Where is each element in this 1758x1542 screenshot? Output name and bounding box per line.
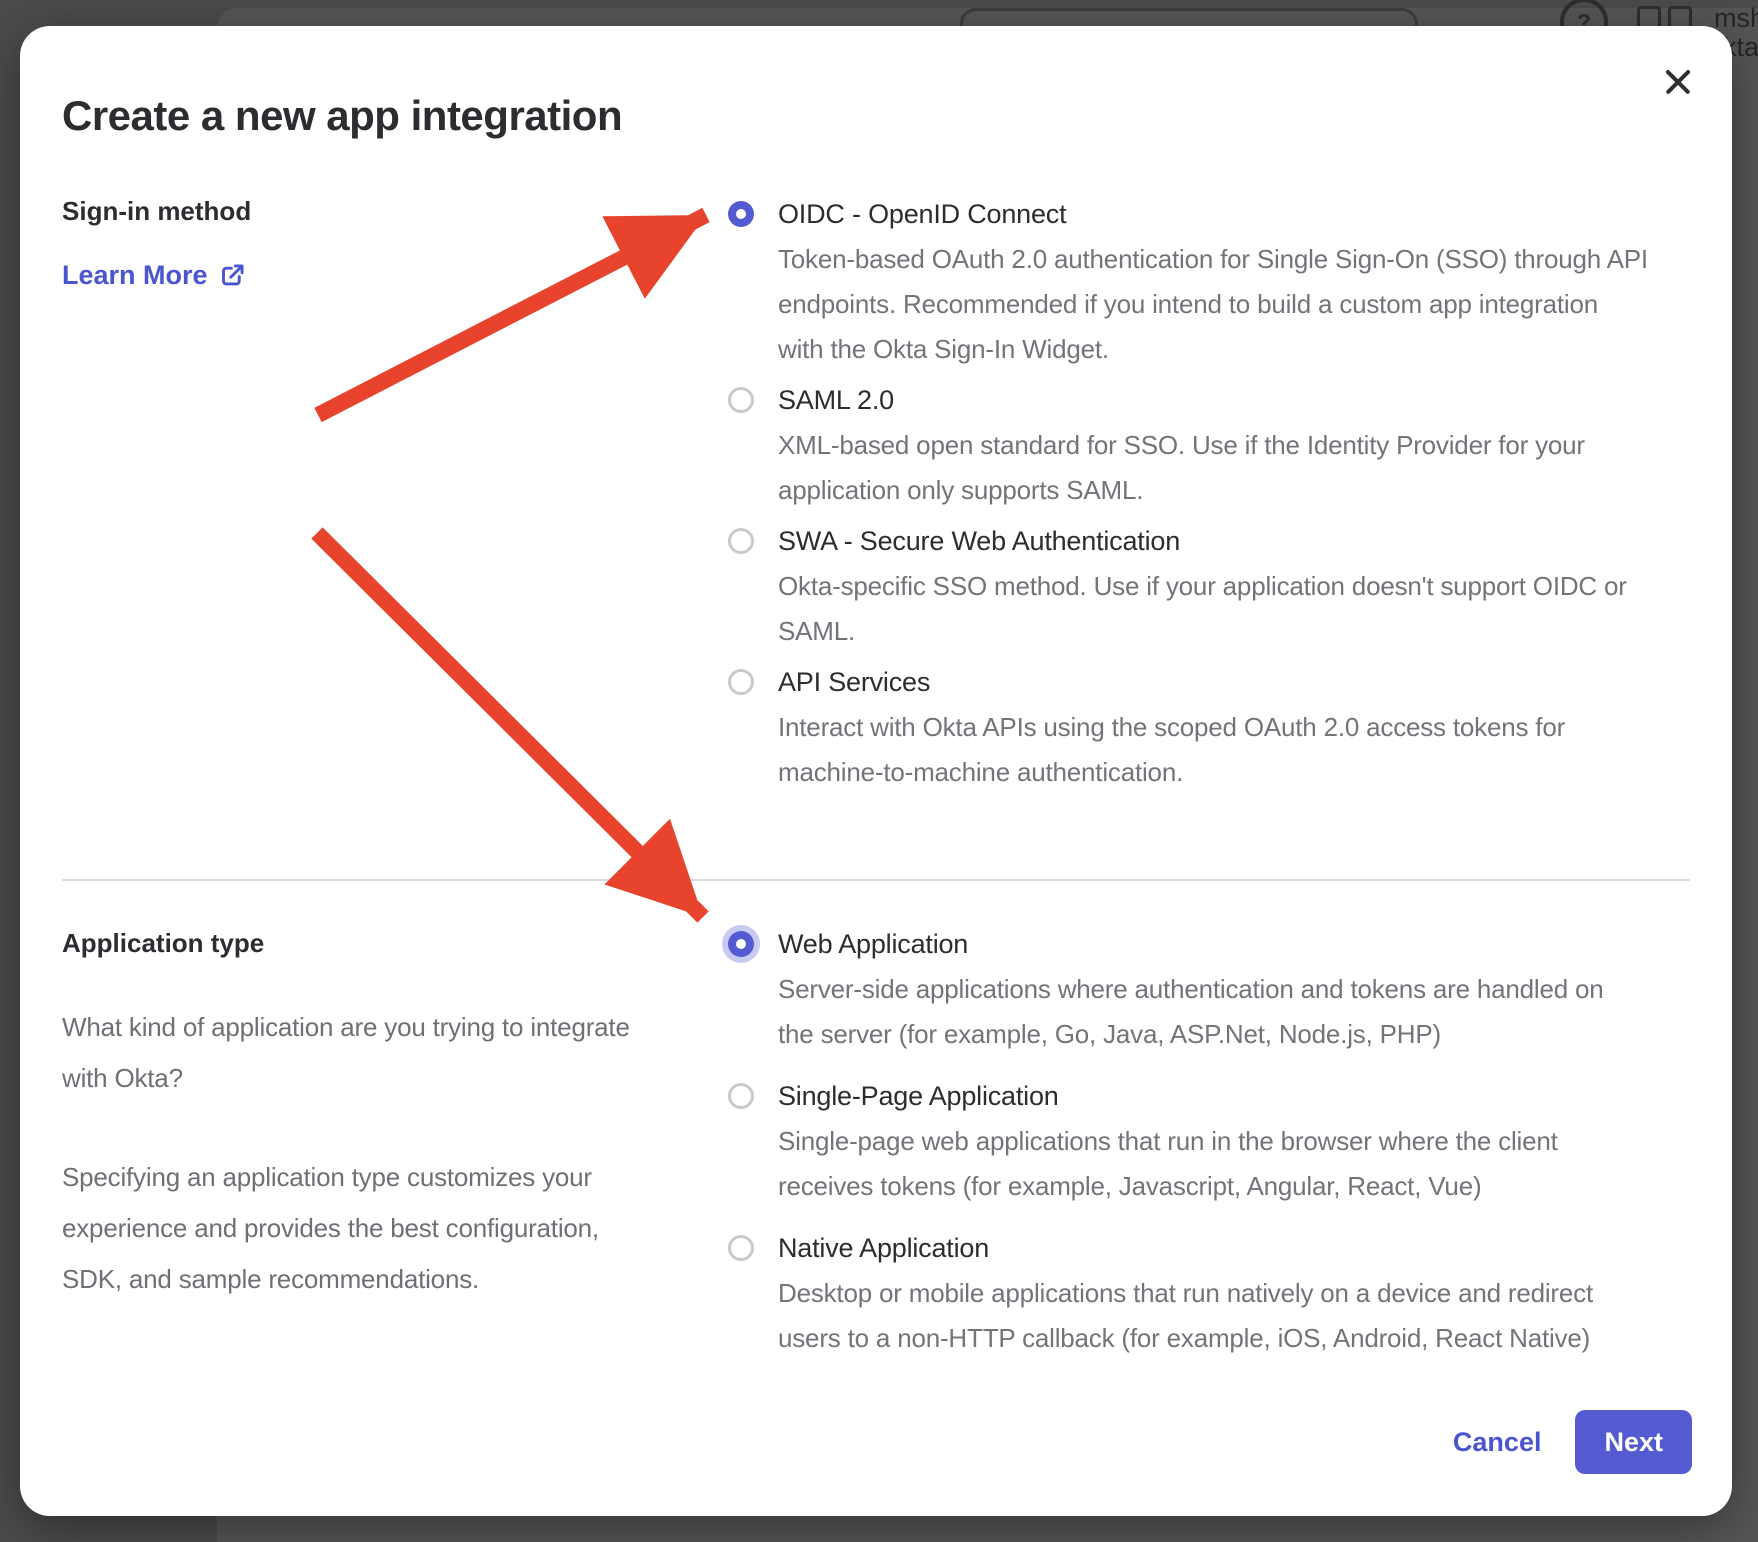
arrow-to-web-application xyxy=(317,533,703,917)
application-type-question: What kind of application are you trying … xyxy=(62,1002,630,1104)
radio-web-application-selected[interactable] xyxy=(728,931,754,957)
option-single-page-application-label[interactable]: Single-Page Application xyxy=(778,1074,1558,1119)
option-native-application-label[interactable]: Native Application xyxy=(778,1226,1593,1271)
radio-native-application[interactable] xyxy=(728,1235,754,1261)
sign-in-method-heading: Sign-in method xyxy=(62,189,251,234)
radio-oidc-selected[interactable] xyxy=(728,201,754,227)
option-single-page-application: Single-Page Application Single-page web … xyxy=(728,1074,1604,1209)
option-swa-label[interactable]: SWA - Secure Web Authentication xyxy=(778,519,1627,564)
option-web-application-label[interactable]: Web Application xyxy=(778,922,1604,967)
background-account-text: msh xyxy=(1714,4,1758,32)
page: { "background": { "user_text_line1": "ms… xyxy=(0,0,1758,1542)
close-icon[interactable] xyxy=(1660,64,1696,100)
section-divider xyxy=(62,879,1690,881)
option-saml-label[interactable]: SAML 2.0 xyxy=(778,378,1585,423)
option-web-application: Web Application Server-side applications… xyxy=(728,922,1604,1057)
option-oidc-description: Token-based OAuth 2.0 authentication for… xyxy=(778,237,1648,372)
option-saml: SAML 2.0 XML-based open standard for SSO… xyxy=(728,378,1648,513)
application-type-options: Web Application Server-side applications… xyxy=(728,922,1604,1378)
option-swa: SWA - Secure Web Authentication Okta-spe… xyxy=(728,519,1648,654)
external-link-icon xyxy=(219,262,246,289)
dialog-footer: Cancel Next xyxy=(1443,1410,1692,1474)
option-api-services: API Services Interact with Okta APIs usi… xyxy=(728,660,1648,795)
radio-saml[interactable] xyxy=(728,387,754,413)
arrow-to-oidc xyxy=(318,215,706,415)
option-api-services-label[interactable]: API Services xyxy=(778,660,1565,705)
option-api-services-description: Interact with Okta APIs using the scoped… xyxy=(778,705,1565,795)
cancel-button[interactable]: Cancel xyxy=(1443,1427,1552,1458)
next-button[interactable]: Next xyxy=(1575,1410,1692,1474)
learn-more-link[interactable]: Learn More xyxy=(62,253,246,298)
option-oidc: OIDC - OpenID Connect Token-based OAuth … xyxy=(728,192,1648,372)
option-swa-description: Okta-specific SSO method. Use if your ap… xyxy=(778,564,1627,654)
learn-more-label: Learn More xyxy=(62,253,208,298)
application-type-explanation: Specifying an application type customize… xyxy=(62,1152,599,1305)
radio-single-page-application[interactable] xyxy=(728,1083,754,1109)
application-type-heading: Application type xyxy=(62,921,264,966)
create-app-integration-dialog: Create a new app integration Sign-in met… xyxy=(20,26,1732,1516)
option-single-page-application-description: Single-page web applications that run in… xyxy=(778,1119,1558,1209)
radio-api-services[interactable] xyxy=(728,669,754,695)
radio-swa[interactable] xyxy=(728,528,754,554)
option-native-application-description: Desktop or mobile applications that run … xyxy=(778,1271,1593,1361)
option-oidc-label[interactable]: OIDC - OpenID Connect xyxy=(778,192,1648,237)
dialog-title: Create a new app integration xyxy=(62,92,622,140)
option-saml-description: XML-based open standard for SSO. Use if … xyxy=(778,423,1585,513)
option-web-application-description: Server-side applications where authentic… xyxy=(778,967,1604,1057)
sign-in-method-options: OIDC - OpenID Connect Token-based OAuth … xyxy=(728,192,1648,801)
option-native-application: Native Application Desktop or mobile app… xyxy=(728,1226,1604,1361)
